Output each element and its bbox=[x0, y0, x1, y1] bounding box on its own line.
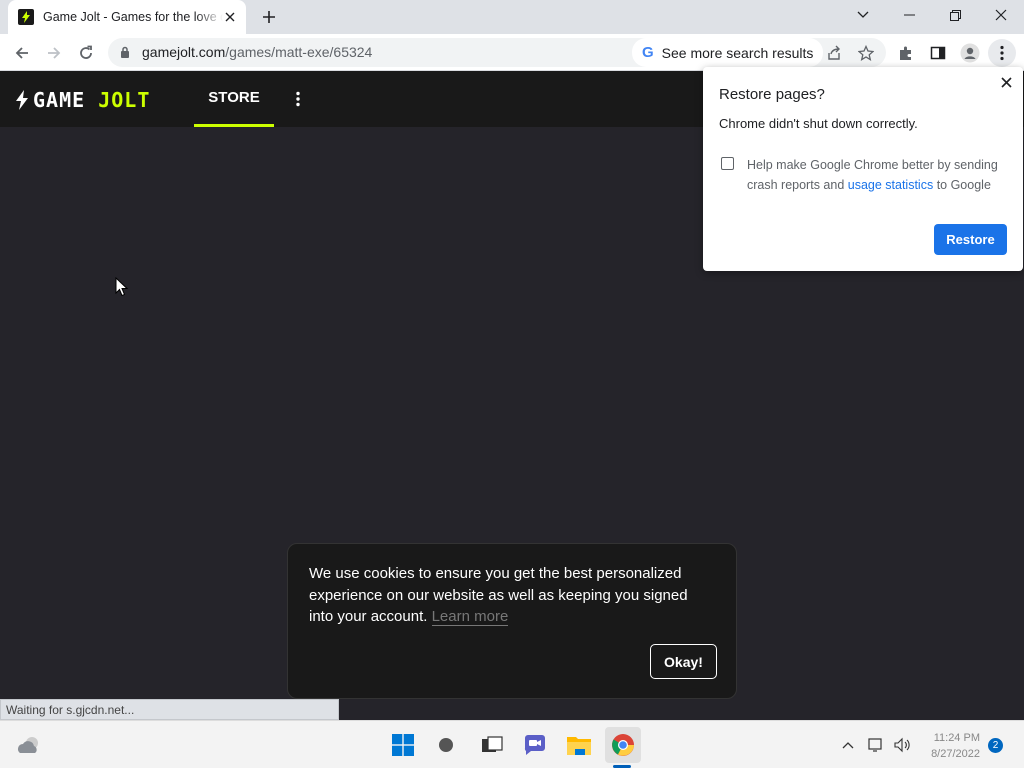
close-icon[interactable] bbox=[997, 73, 1015, 91]
tab-title: Game Jolt - Games for the love of it bbox=[43, 10, 223, 24]
url-text: gamejolt.com/games/matt-exe/65324 bbox=[142, 44, 372, 60]
tab-search-icon[interactable] bbox=[840, 0, 886, 30]
search-hint-label: See more search results bbox=[661, 44, 814, 61]
address-bar[interactable]: gamejolt.com/games/matt-exe/65324 G See … bbox=[108, 38, 886, 67]
logo-game: GAME bbox=[33, 88, 86, 112]
cookie-okay-button[interactable]: Okay! bbox=[650, 644, 717, 679]
teams-chat-icon[interactable] bbox=[519, 729, 551, 761]
side-panel-icon[interactable] bbox=[924, 39, 952, 67]
logo-jolt: JOLT bbox=[98, 88, 151, 112]
network-icon[interactable] bbox=[862, 729, 890, 761]
cookie-banner: We use cookies to ensure you get the bes… bbox=[287, 543, 737, 699]
mouse-cursor-icon bbox=[115, 277, 129, 297]
learn-more-link[interactable]: Learn more bbox=[431, 608, 509, 626]
url-path: /games/matt-exe/65324 bbox=[225, 44, 373, 60]
chevron-up-icon[interactable] bbox=[834, 729, 862, 761]
clock-date: 8/27/2022 bbox=[931, 748, 980, 760]
reload-icon[interactable] bbox=[72, 39, 100, 67]
file-explorer-icon[interactable] bbox=[563, 729, 595, 761]
share-icon[interactable] bbox=[820, 39, 848, 67]
more-vertical-icon[interactable] bbox=[288, 87, 308, 111]
gamejolt-logo[interactable]: GAME JOLT bbox=[14, 88, 150, 112]
lock-icon bbox=[121, 46, 129, 58]
profile-avatar-icon[interactable] bbox=[956, 39, 984, 67]
nav-store[interactable]: STORE bbox=[194, 71, 274, 127]
search-icon[interactable] bbox=[430, 729, 462, 761]
browser-tabstrip: Game Jolt - Games for the love of it bbox=[0, 0, 1024, 34]
logo-text: GAME JOLT bbox=[33, 88, 150, 112]
restore-window-button[interactable] bbox=[932, 0, 978, 30]
minimize-button[interactable] bbox=[886, 0, 932, 30]
windows-taskbar: 11:24 PM 8/27/2022 2 bbox=[0, 720, 1024, 768]
browser-tab[interactable]: Game Jolt - Games for the love of it bbox=[8, 0, 246, 34]
clock-time: 11:24 PM bbox=[933, 732, 980, 744]
tab-close-icon[interactable] bbox=[222, 9, 238, 25]
usage-statistics-link[interactable]: usage statistics bbox=[848, 178, 933, 192]
gamejolt-favicon-icon bbox=[18, 9, 34, 25]
status-bar: Waiting for s.gjcdn.net... bbox=[0, 699, 339, 720]
help-suffix: to Google bbox=[933, 178, 991, 192]
forward-button[interactable] bbox=[40, 39, 68, 67]
back-button[interactable] bbox=[8, 39, 36, 67]
restore-dialog-message: Chrome didn't shut down correctly. bbox=[719, 116, 918, 131]
weather-icon[interactable] bbox=[12, 729, 44, 761]
restore-dialog-title: Restore pages? bbox=[719, 86, 825, 103]
chrome-menu-icon[interactable] bbox=[988, 39, 1016, 67]
crash-report-label: Help make Google Chrome better by sendin… bbox=[747, 155, 1007, 195]
chrome-taskbar-icon[interactable] bbox=[605, 727, 641, 763]
browser-toolbar: gamejolt.com/games/matt-exe/65324 G See … bbox=[0, 34, 1024, 71]
volume-icon[interactable] bbox=[888, 729, 916, 761]
bookmark-star-icon[interactable] bbox=[852, 39, 880, 67]
google-icon: G bbox=[642, 44, 654, 61]
url-host: gamejolt.com bbox=[142, 44, 226, 60]
bolt-icon bbox=[16, 90, 28, 110]
crash-report-checkbox[interactable] bbox=[721, 157, 734, 170]
restore-pages-dialog: Restore pages? Chrome didn't shut down c… bbox=[703, 67, 1023, 271]
restore-button[interactable]: Restore bbox=[934, 224, 1007, 255]
cookie-message: We use cookies to ensure you get the bes… bbox=[309, 563, 709, 628]
task-view-icon[interactable] bbox=[476, 729, 508, 761]
close-window-button[interactable] bbox=[978, 0, 1024, 30]
search-hint-chip[interactable]: G See more search results bbox=[632, 38, 824, 67]
notification-badge[interactable]: 2 bbox=[988, 738, 1003, 753]
extensions-puzzle-icon[interactable] bbox=[892, 39, 920, 67]
new-tab-button[interactable] bbox=[258, 6, 280, 28]
system-clock[interactable]: 11:24 PM 8/27/2022 bbox=[922, 730, 980, 762]
windows-start-icon[interactable] bbox=[387, 729, 419, 761]
